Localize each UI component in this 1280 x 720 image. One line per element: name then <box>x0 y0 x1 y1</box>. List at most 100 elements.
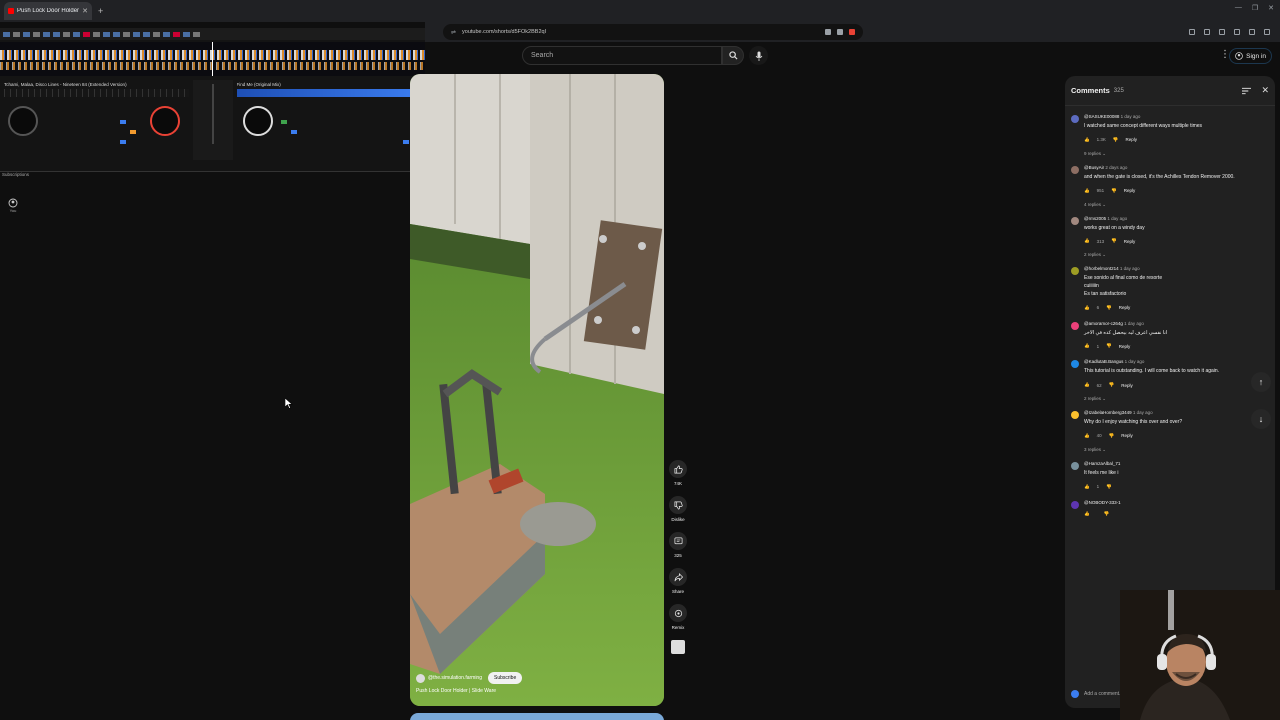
channel-avatar[interactable] <box>416 673 425 683</box>
deck-a-jog-wheel[interactable] <box>150 106 180 136</box>
commenter-avatar[interactable] <box>1071 267 1079 276</box>
dj-mixer[interactable] <box>192 80 233 160</box>
comment-author[interactable]: @KadlutaB.Bangus <box>1084 359 1123 364</box>
deck-b-jog-wheel[interactable] <box>242 106 273 136</box>
comment-reply-button[interactable]: Reply <box>1125 137 1137 142</box>
comments-action[interactable]: 325 <box>668 532 688 558</box>
profile-icon[interactable] <box>1234 29 1240 35</box>
settings-icon[interactable] <box>1249 29 1255 35</box>
comment-like-icon[interactable]: 👍 <box>1084 343 1090 349</box>
comment-author[interactable]: @horbelmont214 <box>1084 266 1119 271</box>
comment-dislike-icon[interactable]: 👎 <box>1109 433 1115 439</box>
comment-reply-button[interactable]: Reply <box>1121 383 1133 388</box>
comment-author[interactable]: @BusyAir <box>1084 165 1104 170</box>
new-tab-icon[interactable]: + <box>98 6 103 16</box>
commenter-avatar[interactable] <box>1071 461 1079 470</box>
extension-icon[interactable] <box>825 29 831 35</box>
comment-reply-button[interactable]: Reply <box>1124 239 1136 244</box>
commenter-avatar[interactable] <box>1071 321 1079 330</box>
comment-author[interactable]: @rms2005 <box>1084 216 1106 221</box>
sign-in-button[interactable]: Sign in <box>1229 48 1272 64</box>
search-button[interactable] <box>722 46 744 65</box>
comment-time[interactable]: 1 day ago <box>1120 266 1140 271</box>
deck-a-left-jog[interactable] <box>8 106 38 136</box>
comment-dislike-icon[interactable]: 👎 <box>1111 188 1117 194</box>
site-info-icon[interactable]: ⇌ <box>451 29 456 36</box>
comment-time[interactable]: 1 day ago <box>1125 359 1145 364</box>
commenter-avatar[interactable] <box>1071 360 1079 369</box>
bookmark-icon[interactable] <box>837 29 843 35</box>
close-window-icon[interactable]: ✕ <box>1268 4 1274 12</box>
extensions-icon[interactable] <box>1189 29 1195 35</box>
comment-dislike-icon[interactable]: 👎 <box>1106 305 1112 311</box>
comment-reply-button[interactable]: Reply <box>1119 305 1131 310</box>
browser-tab[interactable]: Push Lock Door Holder | Slid ✕ <box>4 2 92 20</box>
comment-dislike-icon[interactable]: 👎 <box>1106 484 1112 490</box>
dislike-action[interactable]: Dislike <box>668 496 688 522</box>
sound-thumbnail[interactable] <box>668 640 688 654</box>
short-title[interactable]: Push Lock Door Holder | Slide Ware <box>416 688 658 694</box>
comment-like-icon[interactable]: 👍 <box>1084 484 1090 490</box>
commenter-avatar[interactable] <box>1071 165 1079 174</box>
commenter-avatar[interactable] <box>1071 115 1079 123</box>
short-video-player[interactable]: @the.simulation.farming Subscribe Push L… <box>410 74 664 706</box>
tab-close-icon[interactable]: ✕ <box>82 7 88 15</box>
comment-like-icon[interactable]: 👍 <box>1084 188 1090 194</box>
comment-reply-button[interactable]: Reply <box>1124 188 1136 193</box>
next-short-preview[interactable] <box>410 713 664 720</box>
dj-deck-b[interactable]: Find Me (Original Mix) <box>233 80 426 160</box>
view-replies-button[interactable]: 4 replies ⌄ <box>1084 202 1269 208</box>
add-comment-input[interactable]: Add a comment... <box>1084 691 1123 697</box>
view-replies-button[interactable]: 2 replies ⌄ <box>1084 252 1269 258</box>
comment-time[interactable]: 1 day ago <box>1133 410 1153 415</box>
commenter-avatar[interactable] <box>1071 411 1079 419</box>
comment-dislike-icon[interactable]: 👎 <box>1111 238 1117 244</box>
comment-author[interactable]: @HamzaAlbal_71 <box>1084 461 1120 466</box>
comment-like-icon[interactable]: 👍 <box>1084 433 1090 439</box>
comment-like-icon[interactable]: 👍 <box>1084 382 1090 388</box>
comment-author[interactable]: @NOBODY-333-1 <box>1084 500 1121 505</box>
add-comment[interactable]: Add a comment... <box>1071 690 1123 698</box>
dj-deck-a[interactable]: Tchami, Malaa, Disco Lines - Nineteen 84… <box>0 80 193 160</box>
commenter-avatar[interactable] <box>1071 216 1079 225</box>
sort-comments-button[interactable] <box>1242 82 1252 100</box>
comment-author[interactable]: @SASUKE00088 <box>1084 114 1119 119</box>
remix-action[interactable]: Remix <box>668 604 688 630</box>
view-replies-button[interactable]: 2 replies ⌄ <box>1084 396 1269 402</box>
omnibox[interactable]: ⇌ youtube.com/shorts/d5FOk2BB2qI <box>443 24 863 40</box>
comment-author[interactable]: @amoramor-c264g <box>1084 321 1123 326</box>
comment-time[interactable]: 1 day ago <box>1107 216 1127 221</box>
comment-author[interactable]: @IzabelaHomberg3449 <box>1084 410 1132 415</box>
downloads-icon[interactable] <box>1219 29 1225 35</box>
comment-reply-button[interactable]: Reply <box>1119 344 1131 349</box>
comment-like-icon[interactable]: 👍 <box>1084 511 1090 517</box>
comment-like-icon[interactable]: 👍 <box>1084 305 1090 311</box>
previous-short-button[interactable]: ↑ <box>1251 372 1271 392</box>
comment-time[interactable]: 2 days ago <box>1105 165 1127 170</box>
like-action[interactable]: 74K <box>668 460 688 486</box>
url-text[interactable]: youtube.com/shorts/d5FOk2BB2qI <box>462 29 546 35</box>
menu-icon[interactable] <box>1264 29 1270 35</box>
commenter-avatar[interactable] <box>1071 500 1079 509</box>
minimize-icon[interactable]: — <box>1235 4 1242 12</box>
comment-reply-button[interactable]: Reply <box>1121 433 1133 438</box>
comment-dislike-icon[interactable]: 👎 <box>1104 511 1110 517</box>
close-comments-icon[interactable]: ✕ <box>1261 85 1269 96</box>
share-action[interactable]: Share <box>668 568 688 594</box>
comment-like-icon[interactable]: 👍 <box>1084 137 1090 143</box>
voice-search-button[interactable] <box>749 46 768 65</box>
next-short-button[interactable]: ↓ <box>1251 409 1271 429</box>
comment-dislike-icon[interactable]: 👎 <box>1106 343 1112 349</box>
comment-dislike-icon[interactable]: 👎 <box>1113 137 1119 143</box>
dj-software-window[interactable]: Tchami, Malaa, Disco Lines - Nineteen 84… <box>0 28 425 172</box>
sidebar-icon[interactable] <box>1204 29 1210 35</box>
adblock-extension-icon[interactable] <box>849 29 855 35</box>
maximize-icon[interactable]: ❐ <box>1252 4 1258 12</box>
comment-dislike-icon[interactable]: 👎 <box>1109 382 1115 388</box>
search-input[interactable]: Search <box>522 46 722 65</box>
channel-handle[interactable]: @the.simulation.farming <box>428 675 482 681</box>
dj-waveform[interactable] <box>0 42 425 76</box>
view-replies-button[interactable]: 9 replies ⌄ <box>1084 151 1269 157</box>
view-replies-button[interactable]: 3 replies ⌄ <box>1084 447 1269 453</box>
guide-subscriptions[interactable]: Subscriptions <box>2 172 40 177</box>
